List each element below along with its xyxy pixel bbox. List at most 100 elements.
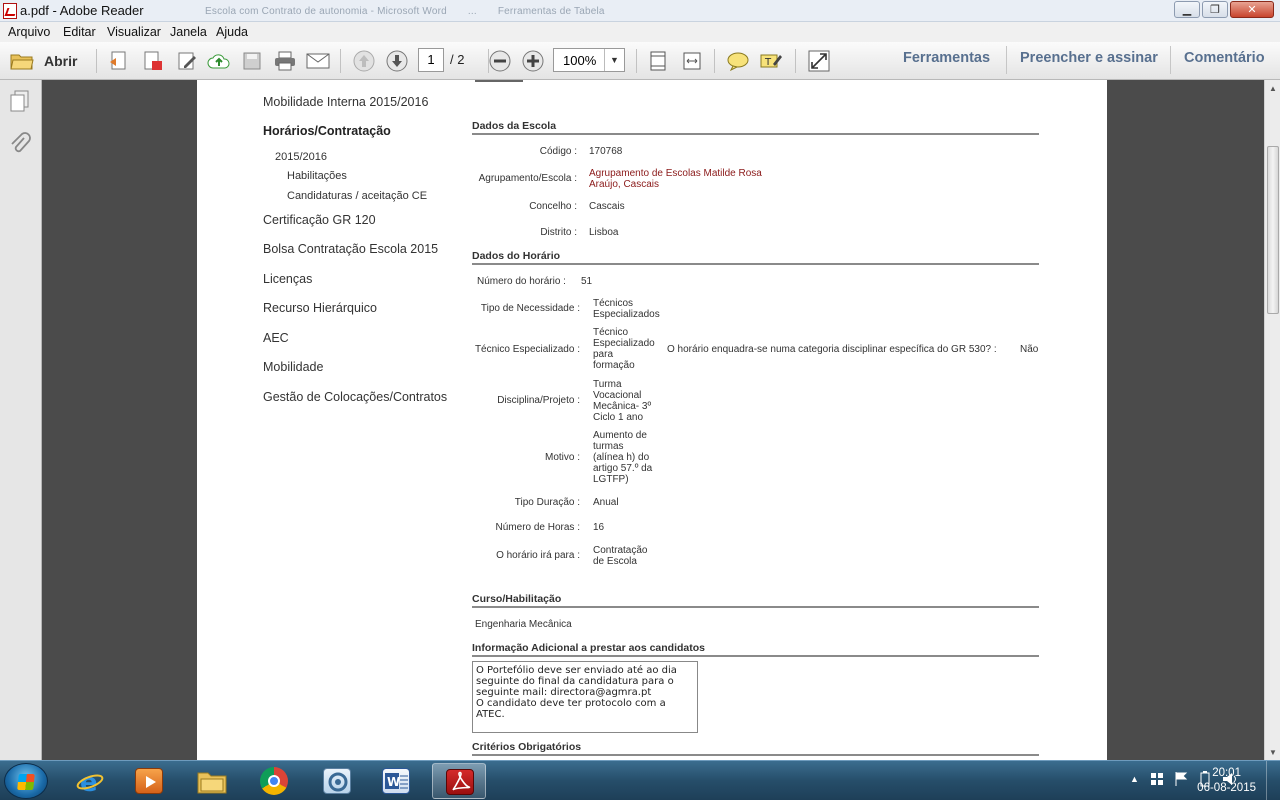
show-desktop-button[interactable] [1266,761,1280,800]
field-value-agrupamento-line1[interactable]: Agrupamento de Escolas Matilde Rosa [589,168,762,179]
menu-arquivo[interactable]: Arquivo [8,25,50,39]
field-label-motivo: Motivo : [544,452,580,463]
highlight-text-icon[interactable]: T [759,50,783,72]
print-icon[interactable] [273,50,297,72]
minimize-button[interactable]: ▁ [1174,1,1200,18]
scroll-down-arrow-icon[interactable]: ▼ [1265,744,1280,760]
zoom-out-icon[interactable] [488,50,512,72]
document-viewport[interactable]: Mobilidade Interna 2015/2016 Horários/Co… [42,80,1264,760]
page-top-rule [475,80,523,82]
field-label-tipo-duracao: Tipo Duração : [514,497,580,508]
email-icon[interactable] [306,50,330,72]
page-total: / 2 [450,52,465,67]
toolbar-divider [1006,46,1007,74]
nav-sublink-candidaturas[interactable]: Candidaturas / aceitação CE [287,190,427,202]
taskbar-chrome[interactable] [247,763,301,799]
app-settings-icon [323,768,351,794]
tools-panel-button[interactable]: Ferramentas [903,50,990,66]
value-line: Especializados [593,309,660,320]
comment-bubble-icon[interactable] [726,50,750,72]
field-label-codigo: Código : [539,146,577,157]
open-folder-icon[interactable] [10,50,34,72]
restore-button[interactable]: ❐ [1202,1,1228,18]
scroll-up-arrow-icon[interactable]: ▲ [1265,80,1280,96]
nav-link-mobilidade[interactable]: Mobilidade [263,360,323,374]
folder-icon [197,768,227,794]
value-line: Vocacional [593,390,642,401]
adobe-reader-icon [446,769,474,795]
section-heading-criterios: Critérios Obrigatórios [472,741,1039,756]
close-button[interactable]: ✕ [1230,1,1274,18]
previous-page-icon[interactable] [352,50,376,72]
fit-page-icon[interactable] [646,50,670,72]
menu-janela[interactable]: Janela [170,25,207,39]
field-label-gr530: O horário enquadra-se numa categoria dis… [667,344,997,355]
open-button[interactable]: Abrir [44,53,77,69]
attachments-paperclip-icon[interactable] [9,132,31,161]
value-line: artigo 57.º da [593,463,653,474]
nav-link-gestao-colocacoes[interactable]: Gestão de Colocações/Contratos [263,390,447,404]
clock-time: 20:01 [1212,767,1241,779]
toolbar-divider [96,49,97,73]
page-thumbnails-icon[interactable] [9,90,31,117]
fullscreen-icon[interactable] [807,50,831,72]
taskbar-media-player[interactable] [122,763,176,799]
taskbar-internet-explorer[interactable]: e [63,763,117,799]
start-button[interactable] [4,763,48,799]
nav-link-bolsa-contratacao[interactable]: Bolsa Contratação Escola 2015 [263,242,438,256]
toolbar-divider [340,49,341,73]
taskbar: e W ▲ 20:01 06-08-2015 [0,760,1280,800]
scrollbar-thumb[interactable] [1267,146,1279,314]
field-label-agrupamento: Agrupamento/Escola : [478,173,577,184]
taskbar-word[interactable]: W [369,763,423,799]
field-value-tecnico-especializado: Técnico Especializado para formação [593,327,655,371]
value-line: turmas [593,441,624,452]
menu-ajuda[interactable]: Ajuda [216,25,248,39]
section-heading-info-adicional: Informação Adicional a prestar aos candi… [472,642,1039,657]
zoom-select[interactable]: 100% ▼ [553,48,625,72]
nav-link-mobilidade-interna[interactable]: Mobilidade Interna 2015/2016 [263,95,428,109]
system-clock[interactable]: 20:01 06-08-2015 [1197,766,1256,796]
nav-link-horarios-contratacao[interactable]: Horários/Contratação [263,124,391,138]
field-label-tipo-necessidade: Tipo de Necessidade : [480,303,580,314]
fit-width-icon[interactable] [680,50,704,72]
info-adicional-textbox[interactable]: O Portefólio deve ser enviado até ao dia… [472,661,698,733]
comment-panel-button[interactable]: Comentário [1184,50,1265,66]
toolbar-divider [795,49,796,73]
background-title: Escola com Contrato de autonomia - Micro… [205,6,447,17]
nav-link-recurso-hierarquico[interactable]: Recurso Hierárquico [263,301,377,315]
nav-link-aec[interactable]: AEC [263,331,289,345]
background-title: ... [467,6,477,17]
zoom-in-icon[interactable] [521,50,545,72]
field-value-tipo-necessidade: Técnicos Especializados [593,298,660,320]
nav-sublink-2015-2016[interactable]: 2015/2016 [275,151,327,163]
taskbar-adobe-reader[interactable] [432,763,486,799]
field-value-codigo: 170768 [589,146,623,157]
page-number-input[interactable]: 1 [418,48,444,72]
menu-editar[interactable]: Editar [63,25,96,39]
create-pdf-icon[interactable] [107,50,131,72]
vertical-scrollbar[interactable]: ▲ ▼ [1264,80,1280,760]
next-page-icon[interactable] [385,50,409,72]
value-line: Técnicos [593,298,634,309]
edit-pdf-icon[interactable] [175,50,199,72]
upload-cloud-icon[interactable] [207,50,231,72]
value-line: Mecânica- 3º [593,401,652,412]
fill-sign-panel-button[interactable]: Preencher e assinar [1020,50,1158,66]
nav-link-licencas[interactable]: Licenças [263,272,312,286]
export-pdf-icon[interactable] [141,50,165,72]
network-icon[interactable] [1150,772,1164,789]
chevron-down-icon[interactable]: ▼ [604,49,624,71]
nav-link-certificacao[interactable]: Certificação GR 120 [263,213,376,227]
field-value-tipo-duracao: Anual [593,497,619,508]
field-value-horario-ira-para: Contratação de Escola [593,545,647,567]
menu-visualizar[interactable]: Visualizar [107,25,161,39]
nav-sublink-habilitacoes[interactable]: Habilitações [287,170,347,182]
taskbar-file-explorer[interactable] [184,763,238,799]
pdf-page: Mobilidade Interna 2015/2016 Horários/Co… [197,80,1107,760]
show-hidden-icons-icon[interactable]: ▲ [1130,774,1139,784]
field-value-agrupamento-line2[interactable]: Araújo, Cascais [589,179,659,190]
save-icon[interactable] [240,50,264,72]
action-center-flag-icon[interactable] [1174,771,1188,790]
taskbar-settings-app[interactable] [310,763,364,799]
